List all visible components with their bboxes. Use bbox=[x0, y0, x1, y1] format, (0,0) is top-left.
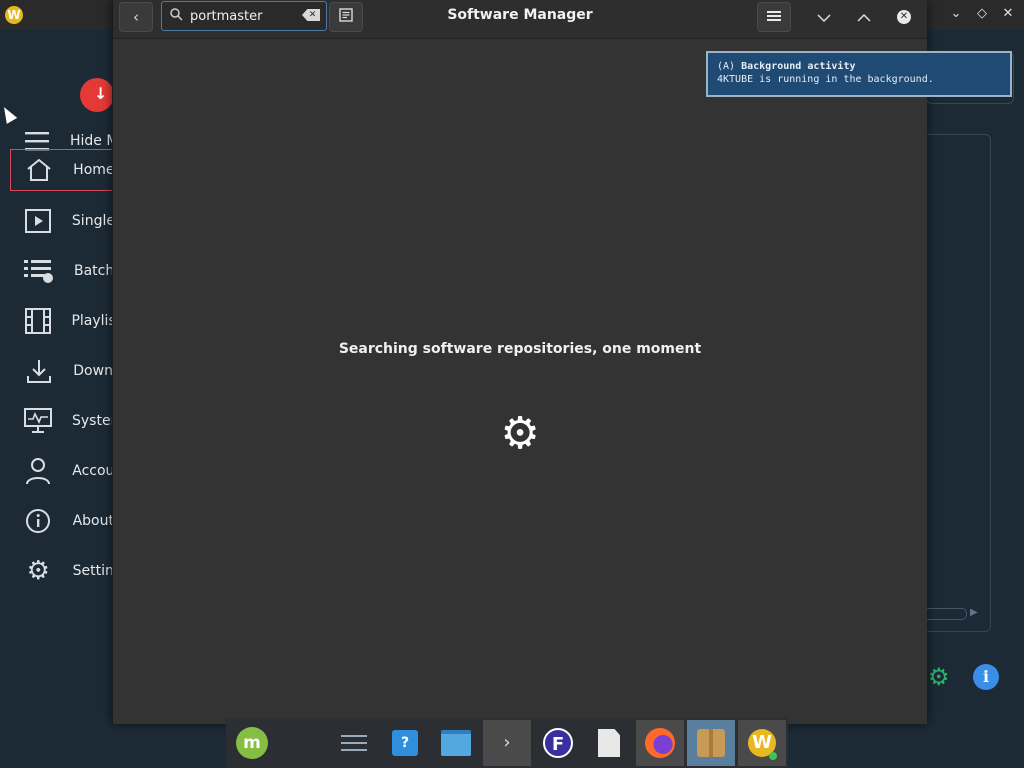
sidebar-item-home[interactable]: Home bbox=[10, 149, 112, 191]
info-button-icon[interactable]: i bbox=[973, 664, 999, 690]
sidebar-item-label: Accou bbox=[72, 463, 112, 479]
mint-menu-button[interactable]: m bbox=[228, 720, 276, 766]
horizontal-scrollbar[interactable] bbox=[926, 608, 967, 620]
software-manager-window: ‹ ✕ Software Manager bbox=[112, 0, 927, 724]
sidebar-item-label: Single bbox=[71, 213, 112, 229]
running-indicator bbox=[769, 752, 777, 760]
terminal-icon: › bbox=[503, 732, 511, 753]
background-sidebar: Hide M Home Single Batch Playlis Down bbox=[0, 30, 114, 714]
loading-gear-icon: ⚙ bbox=[500, 408, 540, 459]
taskbar-software-store[interactable]: ? bbox=[381, 720, 429, 766]
minimize-button[interactable] bbox=[807, 2, 841, 32]
sidebar-item-label: Home bbox=[73, 162, 112, 178]
notification-prefix: (A) bbox=[717, 61, 736, 72]
mint-menu-icon: m bbox=[236, 727, 268, 759]
text-editor-icon bbox=[598, 729, 620, 757]
cloud-download-logo-icon bbox=[80, 78, 114, 112]
download-icon bbox=[24, 356, 53, 386]
maximize-button[interactable] bbox=[847, 2, 881, 32]
list-icon bbox=[24, 256, 54, 286]
clear-search-icon[interactable]: ✕ bbox=[302, 9, 320, 21]
home-icon bbox=[25, 155, 53, 185]
firefox-icon bbox=[645, 728, 675, 758]
background-window-controls: ⌄ ◇ ✕ bbox=[948, 6, 1016, 22]
notification-title: Background activity bbox=[741, 61, 856, 72]
play-icon bbox=[24, 206, 52, 236]
notification-body: 4KTUBE is running in the background. bbox=[717, 74, 934, 85]
sidebar-item-about[interactable]: About bbox=[10, 500, 112, 542]
sidebar-item-label: Settin bbox=[72, 563, 112, 579]
sidebar-item-playlists[interactable]: Playlis bbox=[10, 300, 112, 342]
sidebar-item-downloads[interactable]: Down bbox=[10, 350, 112, 392]
4k-tube-icon: W bbox=[748, 729, 777, 760]
taskbar-software-manager[interactable] bbox=[687, 720, 735, 766]
taskbar-flatpak-app[interactable]: F bbox=[534, 720, 582, 766]
flatpak-app-icon: F bbox=[543, 728, 573, 758]
taskbar-terminal[interactable]: › bbox=[483, 720, 531, 766]
taskbar-text-editor[interactable] bbox=[585, 720, 633, 766]
scroll-right-icon[interactable]: ▶ bbox=[970, 607, 978, 618]
system-settings-icon bbox=[341, 731, 367, 755]
notification-popup[interactable]: (A) Background activity 4KTUBE is runnin… bbox=[706, 51, 1012, 97]
chevron-left-icon: ‹ bbox=[133, 8, 139, 26]
hamburger-menu-icon bbox=[767, 8, 781, 26]
sidebar-item-account[interactable]: Accou bbox=[10, 450, 112, 492]
taskbar-file-manager[interactable] bbox=[432, 720, 480, 766]
minimize-icon[interactable]: ⌄ bbox=[948, 6, 964, 22]
taskbar-system-settings[interactable] bbox=[330, 720, 378, 766]
taskbar-4k-tube[interactable]: W bbox=[738, 720, 786, 766]
sidebar-item-settings[interactable]: ⚙ Settin bbox=[10, 550, 112, 592]
header-bar: ‹ ✕ Software Manager bbox=[113, 0, 927, 39]
taskbar: m ? › F W bbox=[226, 718, 788, 768]
notification-title-line: (A) Background activity bbox=[717, 60, 1010, 73]
status-message: Searching software repositories, one mom… bbox=[338, 341, 702, 357]
settings-gear-icon[interactable]: ⚙ bbox=[928, 665, 950, 689]
sidebar-item-label: Down bbox=[73, 363, 112, 379]
sidebar-item-single[interactable]: Single bbox=[10, 200, 112, 242]
close-icon[interactable]: ✕ bbox=[1000, 6, 1016, 22]
gear-icon: ⚙ bbox=[26, 556, 50, 586]
maximize-icon[interactable]: ◇ bbox=[974, 6, 990, 22]
chevron-up-icon bbox=[857, 8, 871, 26]
background-panel bbox=[926, 134, 991, 632]
search-icon bbox=[170, 8, 184, 22]
document-search-icon bbox=[339, 8, 353, 26]
sidebar-item-system[interactable]: Syster bbox=[10, 400, 112, 442]
sidebar-item-label: Batch bbox=[74, 263, 112, 279]
film-icon bbox=[24, 306, 51, 336]
content-area: Searching software repositories, one mom… bbox=[113, 39, 927, 724]
software-manager-icon bbox=[697, 729, 725, 757]
file-manager-icon bbox=[441, 730, 471, 756]
4k-tube-app-icon: W bbox=[5, 6, 23, 24]
sidebar-item-label: Syster bbox=[72, 413, 112, 429]
close-button[interactable]: ✕ bbox=[887, 2, 921, 32]
close-icon: ✕ bbox=[897, 10, 911, 24]
software-store-icon: ? bbox=[392, 730, 418, 756]
sidebar-item-label: About bbox=[72, 513, 112, 529]
user-icon bbox=[24, 456, 52, 486]
sidebar-item-batch[interactable]: Batch bbox=[10, 250, 112, 292]
chevron-down-icon bbox=[817, 8, 831, 26]
main-menu-button[interactable] bbox=[757, 2, 791, 32]
search-in-description-button[interactable] bbox=[329, 2, 363, 32]
info-icon bbox=[24, 506, 53, 536]
sidebar-item-label: Hide M bbox=[70, 133, 112, 149]
back-button[interactable]: ‹ bbox=[119, 2, 153, 32]
sidebar-item-label: Playlis bbox=[71, 313, 112, 329]
monitor-icon bbox=[24, 406, 52, 436]
search-field[interactable]: ✕ bbox=[161, 1, 327, 31]
search-input[interactable] bbox=[190, 6, 296, 26]
taskbar-firefox[interactable] bbox=[636, 720, 684, 766]
